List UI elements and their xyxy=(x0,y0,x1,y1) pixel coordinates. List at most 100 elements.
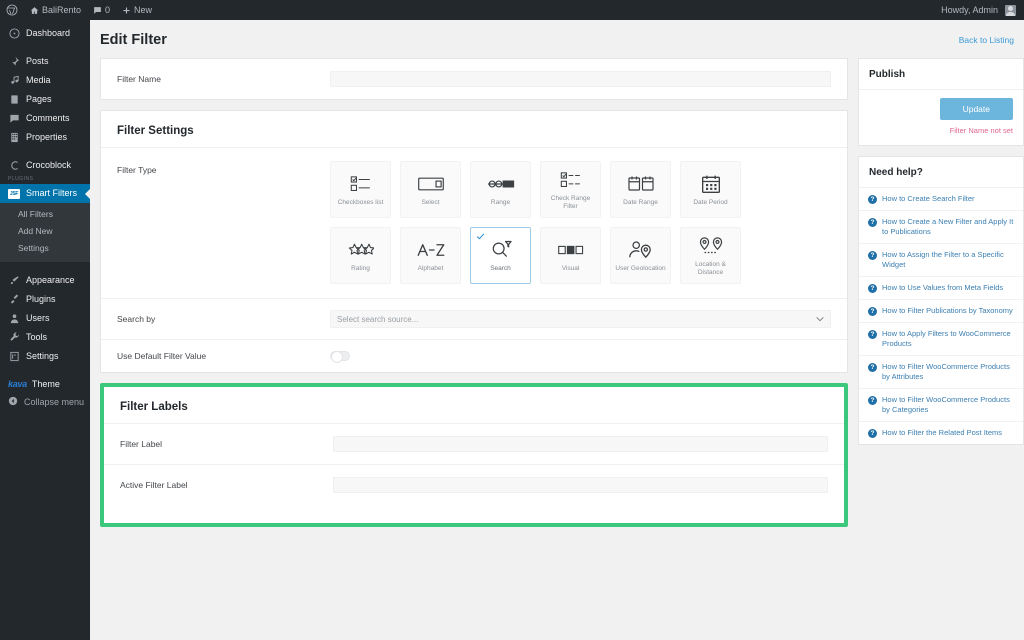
collapse-menu-button[interactable]: Collapse menu xyxy=(0,393,90,411)
filter-name-control xyxy=(330,70,831,88)
filter-type-card-checkboxes-list[interactable]: Checkboxes list xyxy=(330,161,391,218)
help-link-label: How to Use Values from Meta Fields xyxy=(882,283,1004,292)
wordpress-logo-menu[interactable] xyxy=(0,0,24,20)
content-area: Edit Filter Back to Listing Filter Name … xyxy=(90,20,1024,640)
help-link-item[interactable]: ? How to Assign the Filter to a Specific… xyxy=(859,244,1023,277)
visual-swatches-icon xyxy=(557,239,584,261)
home-icon xyxy=(30,6,39,15)
sidebar-item-pages[interactable]: Pages xyxy=(0,90,90,109)
update-button[interactable]: Update xyxy=(939,98,1013,120)
help-link-label: How to Apply Filters to WooCommerce Prod… xyxy=(882,329,1011,348)
filter-type-card-user-geolocation[interactable]: User Geolocation xyxy=(610,227,671,284)
help-link-item[interactable]: ? How to Apply Filters to WooCommerce Pr… xyxy=(859,323,1023,356)
filter-type-card-rating[interactable]: Rating xyxy=(330,227,391,284)
avatar xyxy=(1005,4,1016,16)
settings-icon xyxy=(8,351,20,363)
pin-icon xyxy=(8,56,20,68)
question-mark-icon: ? xyxy=(868,330,877,339)
new-content-menu[interactable]: New xyxy=(116,0,158,20)
need-help-panel: Need help? ? How to Create Search Filter… xyxy=(858,156,1024,445)
filter-type-card-select[interactable]: Select xyxy=(400,161,461,218)
submenu-item-add-new[interactable]: Add New xyxy=(0,223,90,240)
sidebar-item-appearance[interactable]: Appearance xyxy=(0,271,90,290)
filter-type-card-range[interactable]: Range xyxy=(470,161,531,218)
help-link-item[interactable]: ? How to Filter WooCommerce Products by … xyxy=(859,389,1023,422)
sidebar-divider xyxy=(0,366,90,375)
sidebar-item-crocoblock[interactable]: Crocoblock xyxy=(0,156,90,175)
search-by-select[interactable]: Select search source... xyxy=(330,310,831,328)
sidebar-divider xyxy=(0,262,90,271)
filter-name-label: Filter Name xyxy=(117,74,161,84)
filter-type-card-alphabet[interactable]: Alphabet xyxy=(400,227,461,284)
filter-name-input[interactable] xyxy=(330,70,831,87)
back-to-listing-link[interactable]: Back to Listing xyxy=(959,35,1014,45)
sidebar-item-comments[interactable]: Comments xyxy=(0,109,90,128)
submenu-item-settings[interactable]: Settings xyxy=(0,240,90,257)
filter-type-card-check-range-filter[interactable]: Check Range Filter xyxy=(540,161,601,218)
wrench-icon xyxy=(8,332,20,344)
comments-bubble[interactable]: 0 xyxy=(87,0,116,20)
question-mark-icon: ? xyxy=(868,429,877,438)
wordpress-icon xyxy=(6,4,18,16)
sidebar-item-users[interactable]: Users xyxy=(0,309,90,328)
filter-type-card-date-range[interactable]: Date Range xyxy=(610,161,671,218)
sidebar-item-posts[interactable]: Posts xyxy=(0,52,90,71)
help-link-item[interactable]: ? How to Filter WooCommerce Products by … xyxy=(859,356,1023,389)
help-link-item[interactable]: ? How to Create Search Filter xyxy=(859,188,1023,211)
filter-labels-title: Filter Labels xyxy=(120,401,188,413)
kava-logo: kava xyxy=(8,379,27,389)
columns: Filter Name Filter Settings Filter Type xyxy=(90,58,1024,527)
search-by-label: Search by xyxy=(117,314,156,324)
help-link-item[interactable]: ? How to Use Values from Meta Fields xyxy=(859,277,1023,300)
help-link-item[interactable]: ? How to Create a New Filter and Apply I… xyxy=(859,211,1023,244)
sidebar-item-settings[interactable]: Settings xyxy=(0,347,90,366)
filter-type-name: Select xyxy=(421,198,440,206)
date-period-icon xyxy=(701,173,721,195)
admin-sidebar: Dashboard Posts Media Pages Comments Pro… xyxy=(0,20,91,640)
filter-type-card-visual[interactable]: Visual xyxy=(540,227,601,284)
sidebar-item-label: Properties xyxy=(26,132,68,142)
media-icon xyxy=(8,75,20,87)
filter-type-row: Filter Type Checkboxes list Select Range… xyxy=(117,152,831,284)
filter-type-card-search[interactable]: Search xyxy=(470,227,531,284)
filter-label-row: Filter Label xyxy=(104,423,844,464)
filter-type-card-location-distance[interactable]: Location & Distance xyxy=(680,227,741,284)
sidebar-item-theme[interactable]: kava Theme xyxy=(0,375,90,393)
filter-type-name: Date Range xyxy=(623,198,658,206)
sidebar-item-tools[interactable]: Tools xyxy=(0,328,90,347)
sidebar-item-smart-filters[interactable]: JSF Smart Filters xyxy=(0,184,91,203)
filter-type-section: Filter Type Checkboxes list Select Range… xyxy=(101,147,847,298)
help-link-item[interactable]: ? How to Filter the Related Post Items xyxy=(859,422,1023,444)
submenu-item-all-filters[interactable]: All Filters xyxy=(0,206,90,223)
sidebar-item-media[interactable]: Media xyxy=(0,71,90,90)
page-header: Edit Filter Back to Listing xyxy=(90,20,1024,58)
page-title: Edit Filter xyxy=(100,32,167,48)
alphabet-icon xyxy=(416,239,446,261)
filter-settings-title: Filter Settings xyxy=(117,125,194,137)
location-distance-icon xyxy=(698,235,724,257)
collapse-label: Collapse menu xyxy=(24,397,85,407)
user-geolocation-icon xyxy=(628,239,653,261)
filter-type-name: Check Range Filter xyxy=(550,194,591,210)
account-menu[interactable]: Howdy, Admin xyxy=(935,0,1024,20)
help-link-label: How to Filter WooCommerce Products by Ca… xyxy=(882,395,1010,414)
filter-type-name: Alphabet xyxy=(417,264,444,272)
side-column: Publish Update Filter Name not set Need … xyxy=(858,58,1024,455)
filter-type-name: Date Period xyxy=(693,198,728,206)
filter-label-input[interactable] xyxy=(333,435,828,452)
building-icon xyxy=(8,132,20,144)
active-filter-label-input[interactable] xyxy=(333,476,828,493)
sidebar-item-plugins[interactable]: Plugins xyxy=(0,290,90,309)
sidebar-item-properties[interactable]: Properties xyxy=(0,128,90,147)
filter-type-card-date-period[interactable]: Date Period xyxy=(680,161,741,218)
use-default-filter-value-label: Use Default Filter Value xyxy=(117,351,207,361)
chevron-down-icon xyxy=(816,315,824,324)
site-name-menu[interactable]: BaliRento xyxy=(24,0,87,20)
sidebar-item-label: Users xyxy=(26,313,50,323)
collapse-icon xyxy=(8,396,18,408)
use-default-filter-value-toggle[interactable] xyxy=(330,351,350,363)
help-link-item[interactable]: ? How to Filter Publications by Taxonomy xyxy=(859,300,1023,323)
filter-settings-panel: Filter Settings Filter Type Checkboxes l… xyxy=(100,110,848,373)
sidebar-item-dashboard[interactable]: Dashboard xyxy=(0,24,90,43)
checkbox-list-icon xyxy=(350,173,372,195)
